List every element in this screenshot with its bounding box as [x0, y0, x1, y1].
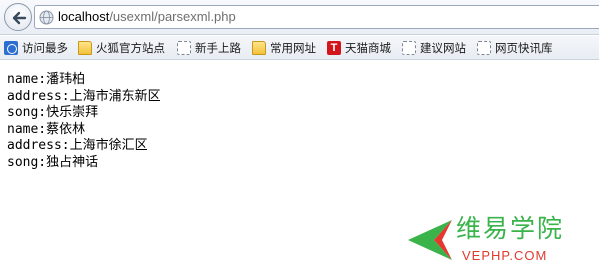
watermark: 维易学院 VEPHP.COM: [404, 214, 594, 268]
url-path: /usexml/parsexml.php: [109, 9, 236, 24]
content-line: address:上海市浦东新区: [7, 88, 161, 104]
bookmark-label: 天猫商城: [345, 41, 391, 55]
bookmarks-toolbar: 访问最多 火狐官方站点 新手上路 常用网址 T 天猫商城 建议网站 网页快讯库: [0, 36, 599, 60]
url-host: localhost: [58, 9, 110, 24]
url-input[interactable]: localhost/usexml/parsexml.php: [34, 5, 599, 29]
content-line: song:独占神话: [7, 154, 99, 170]
content-line: address:上海市徐汇区: [7, 138, 148, 153]
back-arrow-icon: [12, 11, 27, 25]
folder-icon: [78, 41, 92, 55]
watermark-name-en: VEPHP.COM: [462, 248, 548, 263]
content-line: name:蔡依林: [7, 121, 86, 137]
content-line: name:潘玮柏: [7, 72, 86, 87]
page-content: name:潘玮柏 address:上海市浦东新区 song:快乐崇拜 name:…: [7, 72, 161, 171]
content-line: song:快乐崇拜: [7, 105, 99, 120]
dashed-page-icon: [177, 41, 191, 55]
bookmark-label: 网页快讯库: [495, 41, 553, 55]
dashed-page-icon: [402, 41, 416, 55]
bookmark-label: 常用网址: [270, 41, 316, 55]
back-button[interactable]: [4, 3, 32, 31]
navigation-toolbar: localhost/usexml/parsexml.php: [0, 0, 599, 35]
globe-icon: [39, 10, 54, 25]
url-text: localhost/usexml/parsexml.php: [58, 9, 236, 24]
dashed-page-icon: [477, 41, 491, 55]
bookmark-label: 新手上路: [195, 41, 241, 55]
bookmark-label: 火狐官方站点: [96, 41, 165, 55]
folder-icon: [252, 41, 266, 55]
watermark-logo-icon: [408, 220, 452, 260]
bookmark-label: 建议网站: [420, 41, 466, 55]
watermark-name-cn: 维易学院: [456, 214, 565, 243]
bookmark-label: 访问最多: [22, 41, 68, 55]
most-visited-icon: [4, 41, 18, 55]
tmall-icon: T: [327, 41, 341, 55]
